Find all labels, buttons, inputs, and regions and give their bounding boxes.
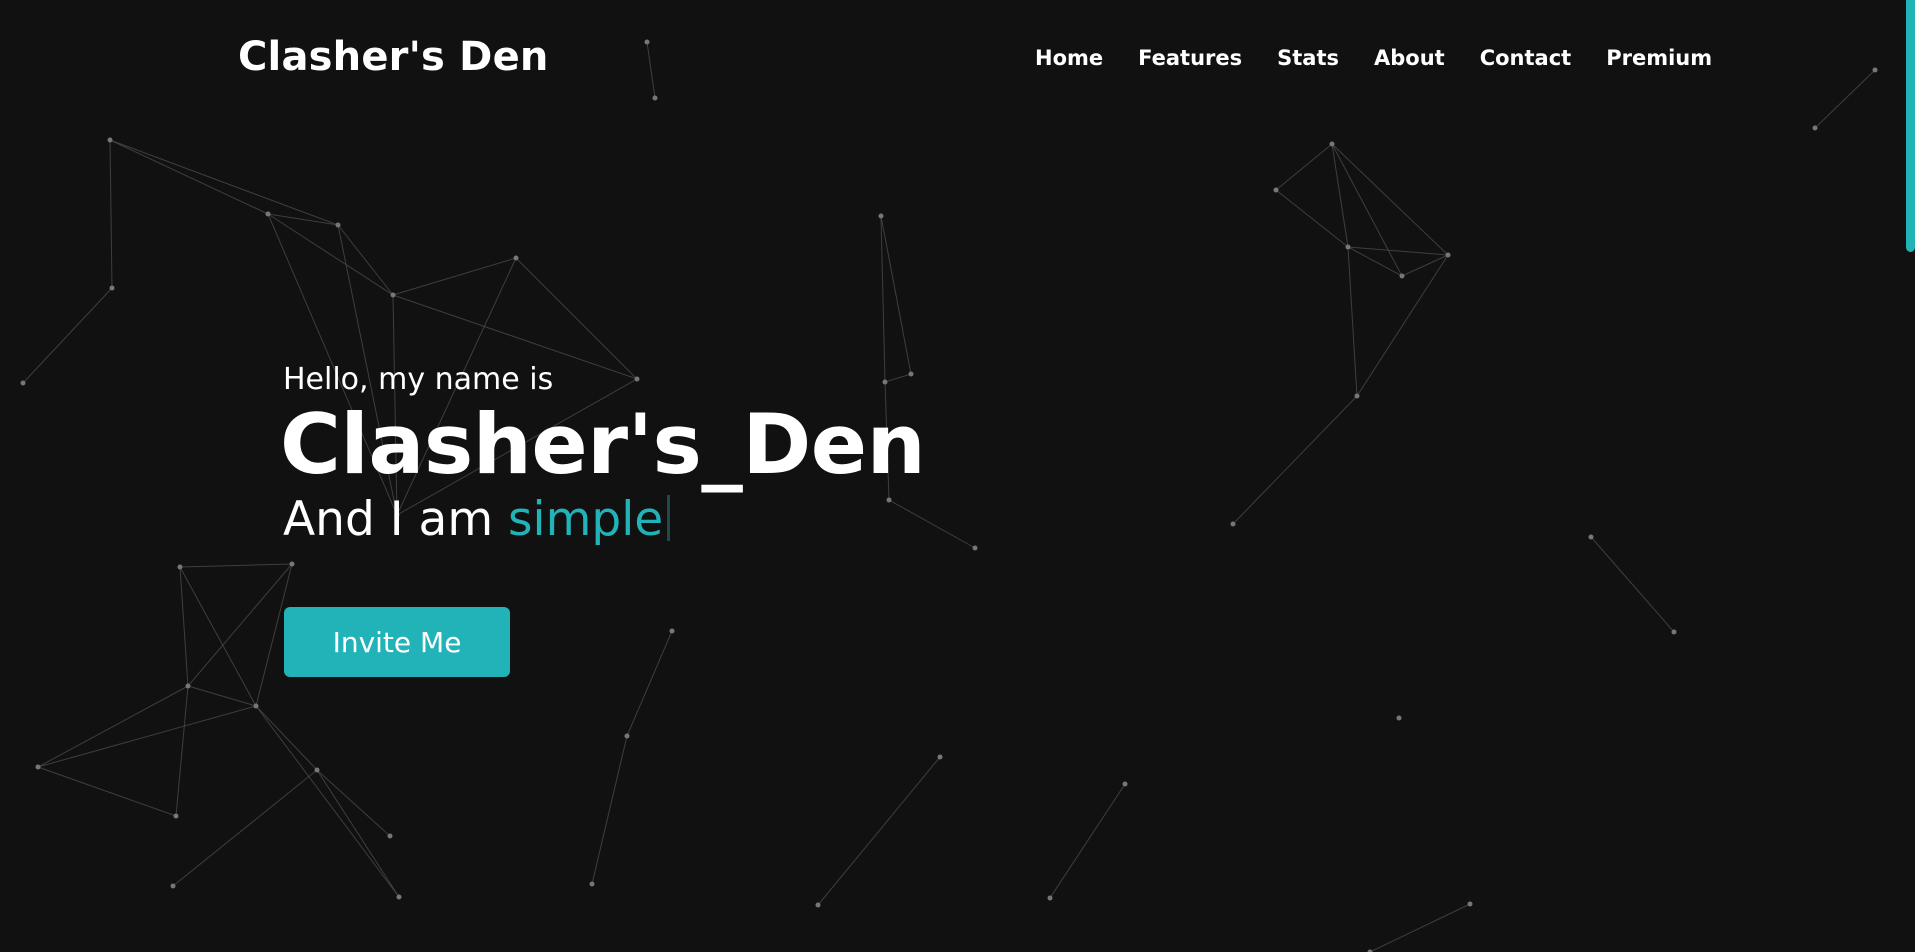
particle-dot (815, 902, 821, 908)
particle-dot (1396, 715, 1402, 721)
particle-link (1232, 395, 1358, 525)
particle-dot (107, 137, 113, 143)
particle-dot (1329, 141, 1335, 147)
particle-link (1590, 536, 1675, 633)
particle-link (22, 287, 113, 384)
particle-dot (390, 292, 396, 298)
particle-dot (253, 703, 259, 709)
particle-dot (669, 628, 675, 634)
brand-logo[interactable]: Clasher's Den (238, 34, 549, 80)
particle-link (172, 769, 318, 887)
particle-link (1331, 143, 1449, 256)
typing-cursor (667, 495, 671, 542)
particle-link (187, 685, 257, 707)
particle-link (109, 139, 269, 215)
particle-dot (185, 683, 191, 689)
particle-link (175, 685, 189, 817)
nav-item-contact[interactable]: Contact (1480, 46, 1572, 70)
nav-item-home[interactable]: Home (1035, 46, 1103, 70)
nav-item-features[interactable]: Features (1138, 46, 1242, 70)
particle-dot (265, 211, 271, 217)
particle-link (880, 215, 886, 383)
particle-dot (1445, 252, 1451, 258)
particle-dot (1812, 125, 1818, 131)
particle-dot (1230, 521, 1236, 527)
particle-link (591, 735, 628, 885)
particle-link (817, 756, 941, 906)
particle-dot (177, 564, 183, 570)
particle-link (392, 257, 517, 296)
particle-dot (1671, 629, 1677, 635)
scrollbar-thumb[interactable] (1906, 0, 1915, 252)
particle-link (515, 257, 638, 380)
particle-dot (335, 222, 341, 228)
particle-link (37, 705, 257, 768)
particle-link (179, 563, 293, 568)
particle-link (1369, 903, 1471, 952)
nav-menu: Home Features Stats About Contact Premiu… (1035, 46, 1712, 70)
particle-dot (1399, 273, 1405, 279)
particle-link (1275, 189, 1349, 248)
particle-dot (387, 833, 393, 839)
particle-link (179, 566, 189, 687)
particle-dot (1122, 781, 1128, 787)
particle-link (1275, 143, 1333, 191)
hero-tagline-prefix: And I am (283, 492, 509, 548)
particle-dot (624, 733, 630, 739)
hero-greeting: Hello, my name is (283, 362, 554, 397)
navbar: Clasher's Den Home Features Stats About … (0, 0, 1915, 120)
particle-dot (289, 561, 295, 567)
particle-dot (20, 380, 26, 386)
particle-link (1347, 246, 1449, 256)
particle-dot (314, 767, 320, 773)
particle-dot (170, 883, 176, 889)
hero-section: Hello, my name is Clasher's_Den And I am… (280, 362, 926, 547)
particle-dot (1354, 393, 1360, 399)
particle-link (37, 685, 189, 768)
page: Clasher's Den Home Features Stats About … (0, 0, 1915, 952)
particle-dot (1467, 901, 1473, 907)
particle-link (626, 630, 673, 737)
nav-item-premium[interactable]: Premium (1606, 46, 1712, 70)
particle-dot (1588, 534, 1594, 540)
particle-link (1049, 783, 1126, 899)
particle-dot (937, 754, 943, 760)
particle-link (109, 139, 113, 289)
particle-dot (1047, 895, 1053, 901)
particle-link (880, 215, 912, 375)
invite-button[interactable]: Invite Me (284, 607, 510, 677)
particle-link (37, 766, 177, 817)
particle-dot (173, 813, 179, 819)
particle-dot (1273, 187, 1279, 193)
particle-dot (1345, 244, 1351, 250)
particle-dot (878, 213, 884, 219)
particle-dot (589, 881, 595, 887)
particle-link (179, 566, 257, 707)
particle-link (1347, 246, 1358, 397)
particle-dot (972, 545, 978, 551)
particle-link (109, 139, 339, 226)
particle-dot (109, 285, 115, 291)
particle-link (337, 224, 394, 296)
particle-link (267, 213, 394, 296)
particle-dot (513, 255, 519, 261)
nav-item-about[interactable]: About (1374, 46, 1445, 70)
hero-name: Clasher's_Den (280, 396, 926, 493)
particle-link (255, 705, 318, 771)
hero-tagline: And I am simple (283, 492, 925, 547)
hero-typed-word: simple (508, 492, 664, 548)
particle-dot (396, 894, 402, 900)
particle-link (267, 213, 339, 226)
particle-dot (35, 764, 41, 770)
nav-item-stats[interactable]: Stats (1277, 46, 1339, 70)
